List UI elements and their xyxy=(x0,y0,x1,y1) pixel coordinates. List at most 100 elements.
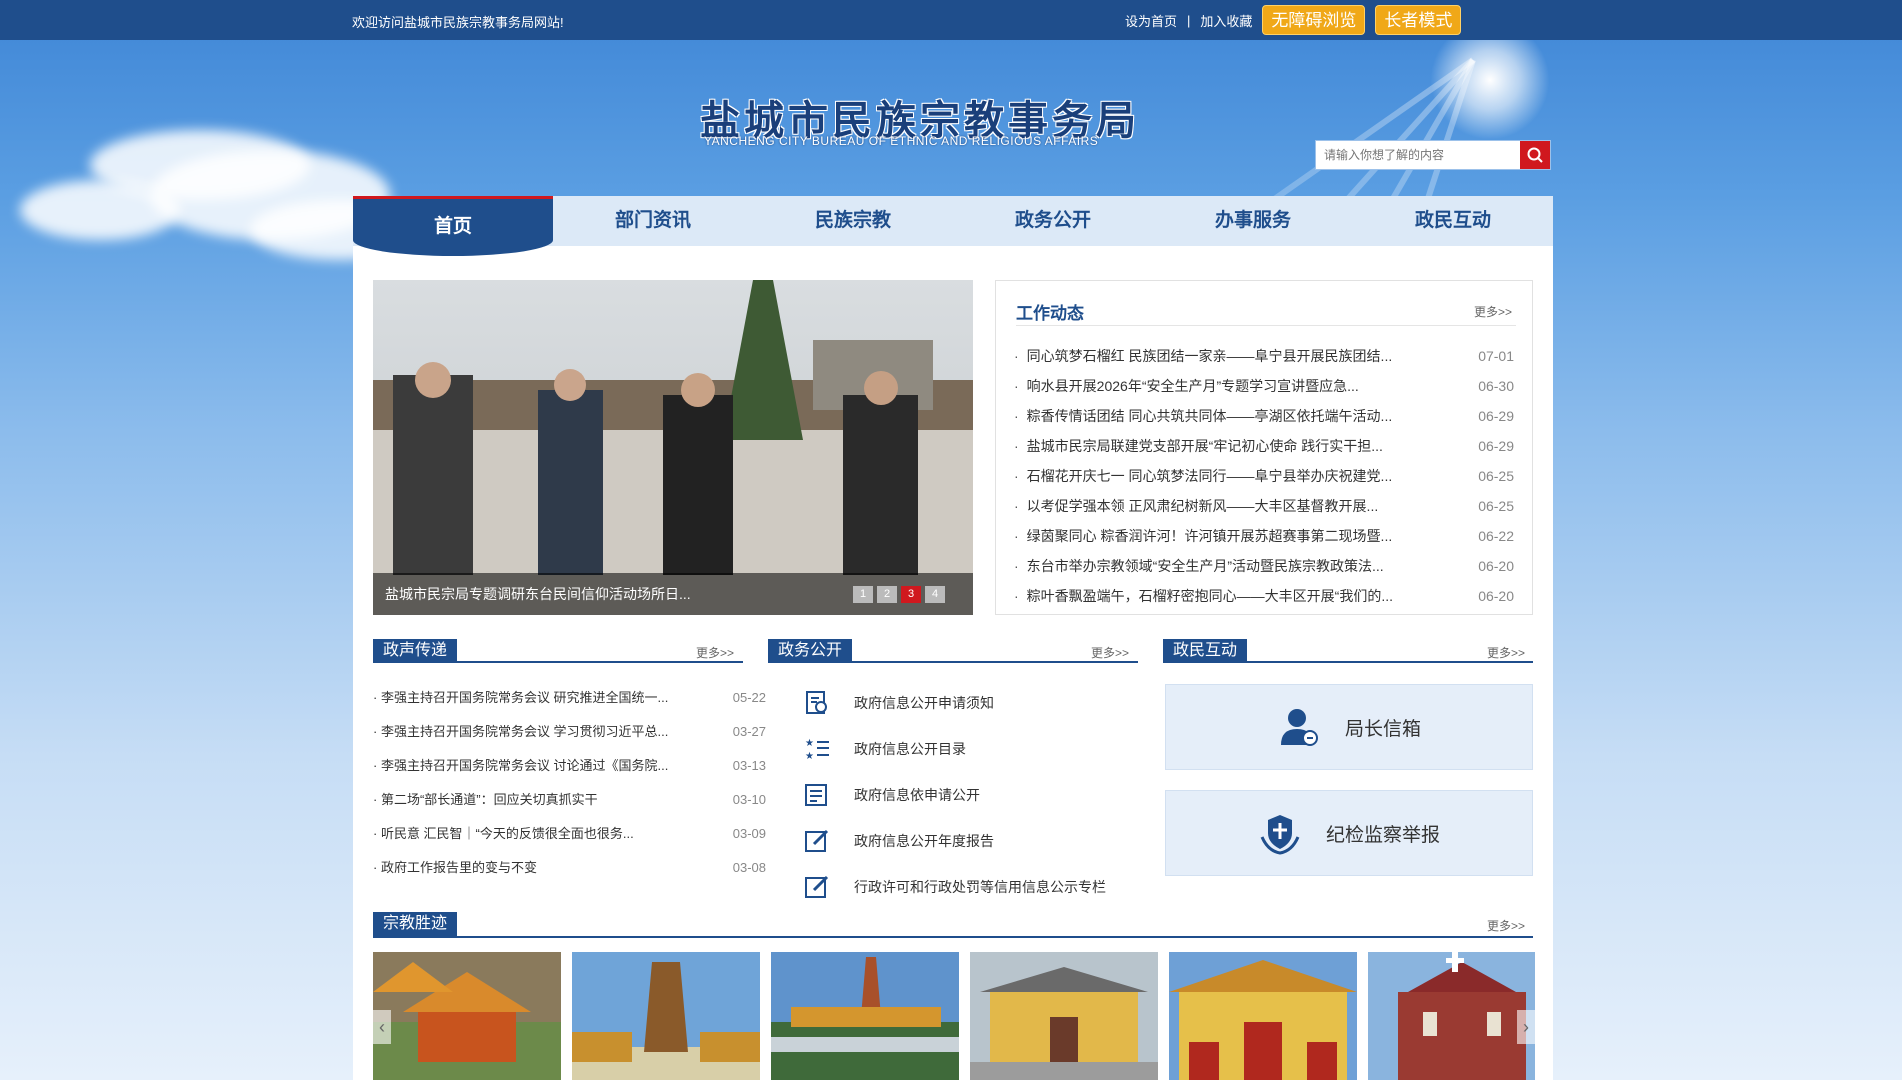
gov-open-item-label[interactable]: 政府信息公开目录 xyxy=(854,739,966,759)
elder-mode-button[interactable]: 长者模式 xyxy=(1375,5,1462,35)
document-icon xyxy=(802,689,832,717)
welcome-text: 欢迎访问盐城市民族宗教事务局网站! xyxy=(352,15,564,30)
gov-open-item-label[interactable]: 政府信息公开申请须知 xyxy=(854,693,994,713)
news-title[interactable]: 响水县开展2026年“安全生产月”专题学习宣讲暨应急... xyxy=(1014,371,1359,401)
search-icon xyxy=(1527,147,1543,163)
discipline-report-button[interactable]: 纪检监察举报 xyxy=(1165,790,1533,876)
gallery-photo[interactable] xyxy=(572,952,760,1080)
news-title[interactable]: 盐城市民宗局联建党支部开展“牢记初心使命 践行实干担... xyxy=(1014,431,1383,461)
gallery-photo[interactable] xyxy=(1368,952,1535,1080)
search-button[interactable] xyxy=(1520,141,1550,169)
discipline-report-label: 纪检监察举报 xyxy=(1325,824,1440,846)
gov-voice-item-date: 03-13 xyxy=(732,758,766,773)
list-item[interactable]: 政府信息依申请公开 xyxy=(802,772,1132,818)
nav-home[interactable]: 首页 xyxy=(353,196,553,256)
list-item[interactable]: 石榴花开庆七一 同心筑梦法同行——阜宁县举办庆祝建党... 06-25 xyxy=(1014,461,1514,491)
edit-icon xyxy=(802,873,832,901)
search-box xyxy=(1315,140,1551,170)
slider-dot-active[interactable]: 3 xyxy=(901,586,921,603)
separator: | xyxy=(1187,12,1191,28)
news-date: 06-25 xyxy=(1478,468,1514,484)
news-title[interactable]: 绿茵聚同心 粽香润许河！许河镇开展苏超赛事第二现场暨... xyxy=(1014,521,1393,551)
list-item[interactable]: 盐城市民宗局联建党支部开展“牢记初心使命 践行实干担... 06-29 xyxy=(1014,431,1514,461)
gallery-photo[interactable] xyxy=(771,952,959,1080)
gov-voice-item-title[interactable]: · 李强主持召开国务院常务会议 研究推进全国统一... xyxy=(373,684,668,718)
slider-dot[interactable]: 2 xyxy=(877,586,897,603)
news-date: 06-20 xyxy=(1478,588,1514,604)
list-item[interactable]: 东台市举办宗教领域“安全生产月”活动暨民族宗教政策法... 06-20 xyxy=(1014,551,1514,581)
gov-voice-item-date: 03-09 xyxy=(732,826,766,841)
news-title[interactable]: 粽叶香飘盈端午，石榴籽密抱同心——大丰区开展“我们的... xyxy=(1014,581,1393,611)
gov-open-list: 政府信息公开申请须知 ★ ★ 政府信息公开目录 政府信息依申请公开 政府信息公开年… xyxy=(802,680,1132,910)
gov-voice-item-title[interactable]: · 李强主持召开国务院常务会议 学习贯彻习近平总... xyxy=(373,718,668,752)
slider-photo xyxy=(373,280,973,615)
gov-open-item-label[interactable]: 政府信息公开年度报告 xyxy=(854,831,994,851)
gallery-next-button[interactable]: › xyxy=(1517,1010,1535,1044)
edit-icon xyxy=(802,827,832,855)
work-news-title: 工作动态 xyxy=(1016,299,1516,326)
nav-interaction[interactable]: 政民互动 xyxy=(1353,196,1553,246)
news-title[interactable]: 以考促学强本领 正风肃纪树新风——大丰区基督教开展... xyxy=(1014,491,1379,521)
list-item[interactable]: · 李强主持召开国务院常务会议 讨论通过《国务院... 03-13 xyxy=(373,752,766,786)
religious-sites-more-link[interactable]: 更多>> xyxy=(1487,917,1525,934)
list-item[interactable]: 绿茵聚同心 粽香润许河！许河镇开展苏超赛事第二现场暨... 06-22 xyxy=(1014,521,1514,551)
gallery-photo[interactable] xyxy=(1169,952,1357,1080)
list-item[interactable]: · 李强主持召开国务院常务会议 研究推进全国统一... 05-22 xyxy=(373,684,766,718)
gallery-photo[interactable] xyxy=(970,952,1158,1080)
list-item[interactable]: 以考促学强本领 正风肃纪树新风——大丰区基督教开展... 06-25 xyxy=(1014,491,1514,521)
top-links: 设为首页 | 加入收藏 无障碍浏览 长者模式 xyxy=(1125,4,1462,36)
news-date: 06-29 xyxy=(1478,438,1514,454)
news-slider[interactable]: 盐城市民宗局专题调研东台民间信仰活动场所日... 1 2 3 4 xyxy=(373,280,973,615)
list-item[interactable]: 响水县开展2026年“安全生产月”专题学习宣讲暨应急... 06-30 xyxy=(1014,371,1514,401)
list-item[interactable]: 政府信息公开年度报告 xyxy=(802,818,1132,864)
list-item[interactable]: 同心筑梦石榴红 民族团结一家亲——阜宁县开展民族团结... 07-01 xyxy=(1014,341,1514,371)
director-mailbox-button[interactable]: 局长信箱 xyxy=(1165,684,1533,770)
gov-voice-more-link[interactable]: 更多>> xyxy=(696,644,734,661)
news-title[interactable]: 石榴花开庆七一 同心筑梦法同行——阜宁县举办庆祝建党... xyxy=(1014,461,1393,491)
news-title[interactable]: 粽香传情话团结 同心共筑共同体——亭湖区依托端午活动... xyxy=(1014,401,1393,431)
list-icon: ★ ★ xyxy=(802,735,832,763)
gov-voice-item-date: 03-10 xyxy=(732,792,766,807)
interaction-more-link[interactable]: 更多>> xyxy=(1487,644,1525,661)
list-item[interactable]: 粽香传情话团结 同心共筑共同体——亭湖区依托端午活动... 06-29 xyxy=(1014,401,1514,431)
news-title[interactable]: 同心筑梦石榴红 民族团结一家亲——阜宁县开展民族团结... xyxy=(1014,341,1393,371)
list-item[interactable]: · 听民意 汇民智｜“今天的反馈很全面也很务... 03-09 xyxy=(373,820,766,854)
gov-voice-item-date: 03-08 xyxy=(732,860,766,875)
gov-open-title: 政务公开 xyxy=(768,639,853,663)
gov-open-item-label[interactable]: 行政许可和行政处罚等信用信息公示专栏 xyxy=(854,877,1106,897)
news-title[interactable]: 东台市举办宗教领域“安全生产月”活动暨民族宗教政策法... xyxy=(1014,551,1384,581)
list-item[interactable]: · 李强主持召开国务院常务会议 学习贯彻习近平总... 03-27 xyxy=(373,718,766,752)
nav-gov-affairs[interactable]: 政务公开 xyxy=(953,196,1153,246)
gallery-prev-button[interactable]: ‹ xyxy=(373,1010,391,1044)
list-item[interactable]: 行政许可和行政处罚等信用信息公示专栏 xyxy=(802,864,1132,910)
list-item[interactable]: ★ ★ 政府信息公开目录 xyxy=(802,726,1132,772)
nav-ethnic-religion[interactable]: 民族宗教 xyxy=(753,196,953,246)
gov-open-more-link[interactable]: 更多>> xyxy=(1091,644,1129,661)
nav-services[interactable]: 办事服务 xyxy=(1153,196,1353,246)
gov-voice-item-title[interactable]: · 政府工作报告里的变与不变 xyxy=(373,854,537,888)
list-item[interactable]: 粽叶香飘盈端午，石榴籽密抱同心——大丰区开展“我们的... 06-20 xyxy=(1014,581,1514,611)
religious-sites-gallery xyxy=(373,952,1535,1080)
svg-text:★: ★ xyxy=(805,751,814,762)
nav-department-news[interactable]: 部门资讯 xyxy=(553,196,753,246)
site-subtitle: YANCHENG CITY BUREAU OF ETHNIC AND RELIG… xyxy=(704,134,1099,148)
gov-voice-item-title[interactable]: · 第二场“部长通道”：回应关切真抓实干 xyxy=(373,786,598,820)
search-input[interactable] xyxy=(1316,141,1520,169)
add-favorite-link[interactable]: 加入收藏 xyxy=(1200,11,1252,30)
gov-voice-item-title[interactable]: · 李强主持召开国务院常务会议 讨论通过《国务院... xyxy=(373,752,668,786)
gallery-photo[interactable] xyxy=(373,952,561,1080)
gov-voice-list: · 李强主持召开国务院常务会议 研究推进全国统一... 05-22 · 李强主持召… xyxy=(373,684,766,888)
gov-voice-title: 政声传递 xyxy=(373,639,458,663)
list-item[interactable]: · 第二场“部长通道”：回应关切真抓实干 03-10 xyxy=(373,786,766,820)
slider-dot[interactable]: 4 xyxy=(925,586,945,603)
gov-voice-item-title[interactable]: · 听民意 汇民智｜“今天的反馈很全面也很务... xyxy=(373,820,634,854)
accessible-browse-button[interactable]: 无障碍浏览 xyxy=(1262,5,1366,35)
work-news-list: 同心筑梦石榴红 民族团结一家亲——阜宁县开展民族团结... 07-01 响水县开展… xyxy=(1014,341,1514,611)
gov-open-item-label[interactable]: 政府信息依申请公开 xyxy=(854,785,980,805)
list-item[interactable]: 政府信息公开申请须知 xyxy=(802,680,1132,726)
list-item[interactable]: · 政府工作报告里的变与不变 03-08 xyxy=(373,854,766,888)
work-news-more-link[interactable]: 更多>> xyxy=(1474,303,1512,320)
form-icon xyxy=(802,781,832,809)
slider-dot[interactable]: 1 xyxy=(853,586,873,603)
set-home-link[interactable]: 设为首页 xyxy=(1125,11,1177,30)
